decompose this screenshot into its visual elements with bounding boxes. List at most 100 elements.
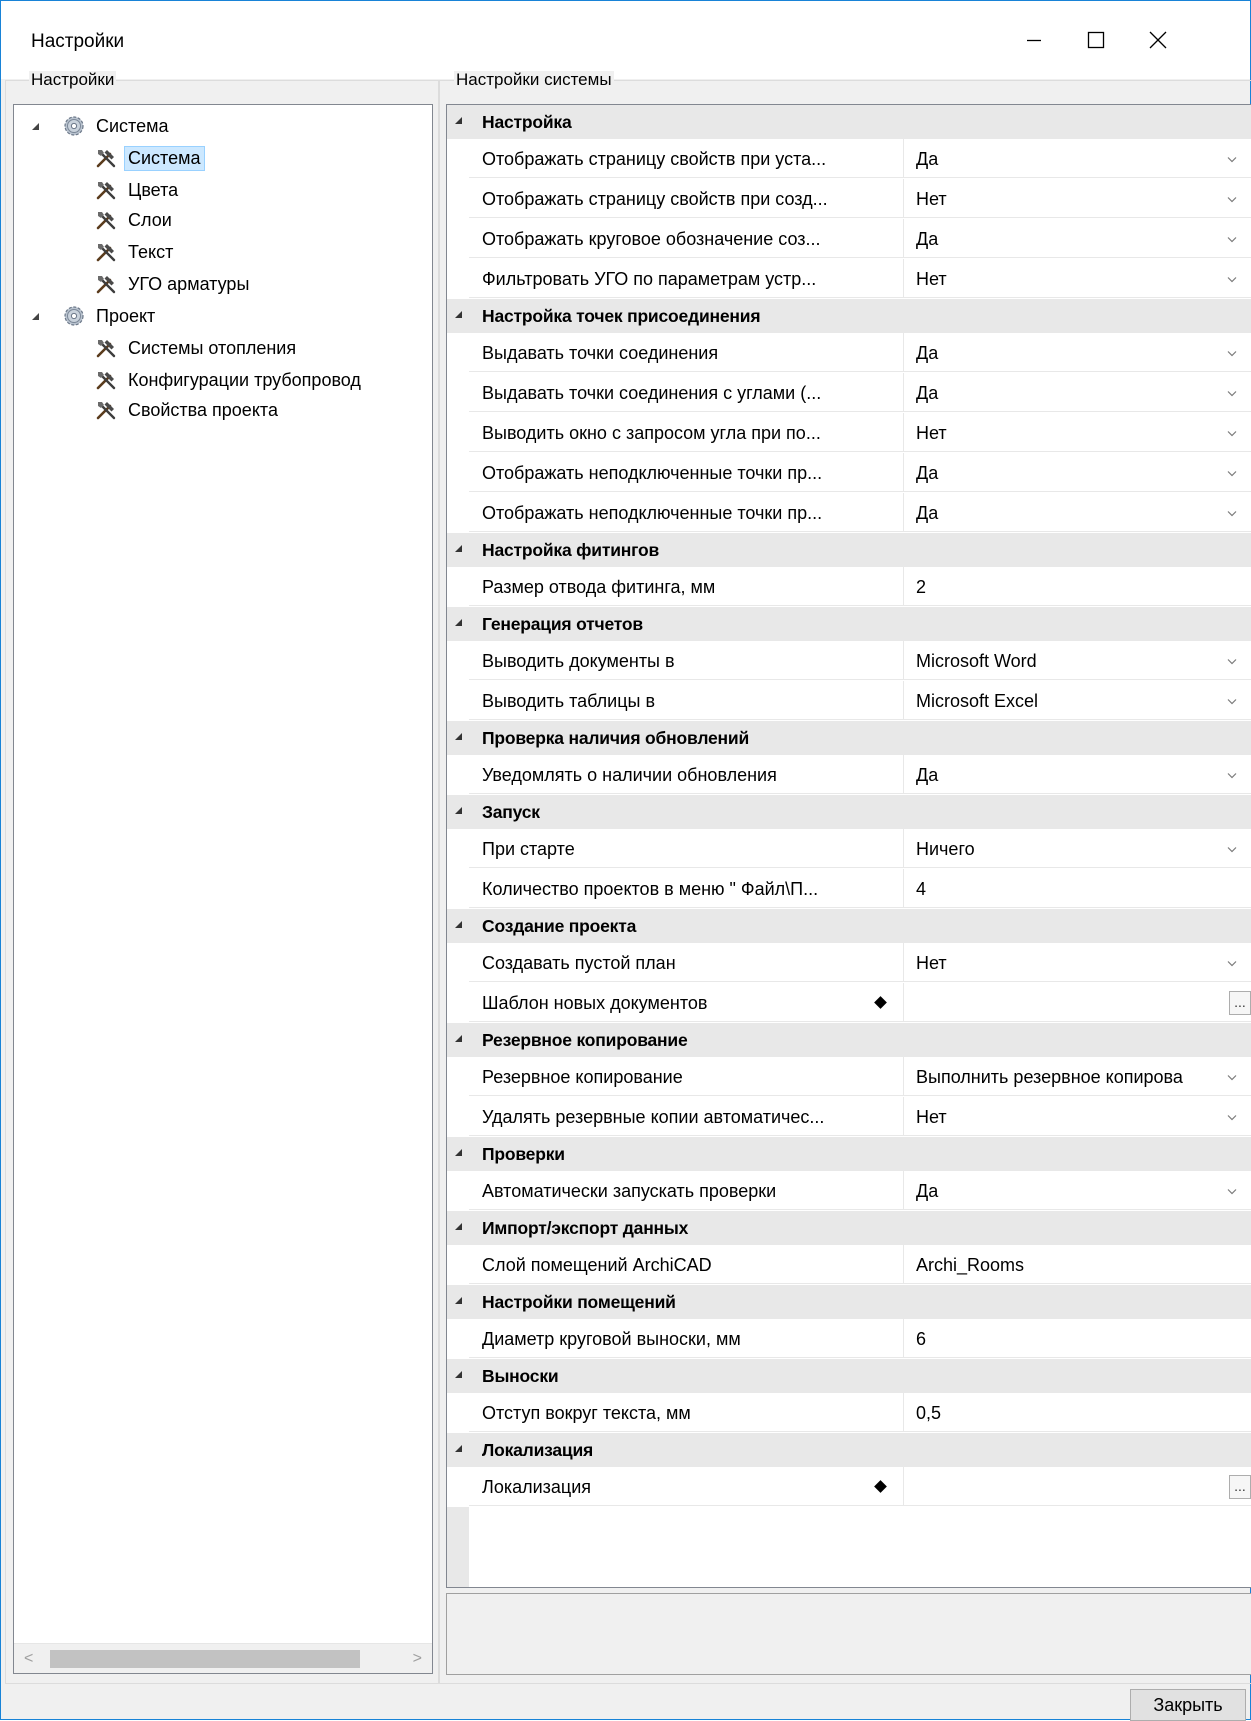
property-row[interactable]: Отображать круговое обозначение соз... Да <box>447 219 1251 259</box>
property-name-cell[interactable]: Количество проектов в меню " Файл\П... <box>469 869 904 908</box>
property-value-dropdown[interactable]: Выполнить резервное копирова <box>904 1057 1251 1096</box>
property-name-cell[interactable]: Выводить окно с запросом угла при по... <box>469 413 904 452</box>
collapse-arrow-icon[interactable] <box>455 1297 462 1304</box>
collapse-arrow-icon[interactable] <box>455 311 462 318</box>
chevron-down-icon[interactable] <box>1227 658 1237 665</box>
category-row[interactable]: Запуск <box>447 795 1251 829</box>
collapse-arrow-icon[interactable] <box>455 1371 462 1378</box>
property-row[interactable]: Размер отвода фитинга, мм 2 <box>447 567 1251 607</box>
scroll-left-icon[interactable]: < <box>24 1651 33 1667</box>
collapse-arrow-icon[interactable] <box>455 1223 462 1230</box>
tree-item-page[interactable]: Текст <box>94 237 177 267</box>
collapse-arrow-icon[interactable] <box>455 921 462 928</box>
property-name-cell[interactable]: Отображать неподключенные точки пр... <box>469 453 904 492</box>
property-name-cell[interactable]: Отображать круговое обозначение соз... <box>469 219 904 258</box>
collapse-arrow-icon[interactable] <box>455 1445 462 1452</box>
property-value-dropdown[interactable]: Да <box>904 755 1251 794</box>
tree-item-group[interactable]: Система <box>32 111 173 141</box>
property-grid[interactable]: Настройка Отображать страницу свойств при… <box>446 104 1251 1588</box>
category-row[interactable]: Локализация <box>447 1433 1251 1467</box>
property-row[interactable]: Слой помещений ArchiCAD Archi_Rooms <box>447 1245 1251 1285</box>
property-row[interactable]: Диаметр круговой выноски, мм 6 <box>447 1319 1251 1359</box>
property-value-field[interactable]: 2 <box>904 567 1251 606</box>
property-row[interactable]: Локализация... <box>447 1467 1251 1507</box>
scroll-right-icon[interactable]: > <box>413 1651 422 1667</box>
property-name-cell[interactable]: Шаблон новых документов <box>469 983 904 1022</box>
chevron-down-icon[interactable] <box>1227 276 1237 283</box>
property-name-cell[interactable]: Удалять резервные копии автоматичес... <box>469 1097 904 1136</box>
category-row[interactable]: Генерация отчетов <box>447 607 1251 641</box>
property-row[interactable]: Удалять резервные копии автоматичес... Не… <box>447 1097 1251 1137</box>
chevron-down-icon[interactable] <box>1227 470 1237 477</box>
chevron-down-icon[interactable] <box>1227 196 1237 203</box>
property-value-dropdown[interactable]: Нет <box>904 1097 1251 1136</box>
property-value-dropdown[interactable]: Нет <box>904 413 1251 452</box>
tree-item-page[interactable]: УГО арматуры <box>94 269 253 299</box>
property-row[interactable]: Отображать страницу свойств при уста... Д… <box>447 139 1251 179</box>
chevron-down-icon[interactable] <box>1227 846 1237 853</box>
property-name-cell[interactable]: Фильтровать УГО по параметрам устр... <box>469 259 904 298</box>
property-name-cell[interactable]: Отображать неподключенные точки пр... <box>469 493 904 532</box>
property-value-browse[interactable]: ... <box>904 1467 1251 1506</box>
property-value-dropdown[interactable]: Microsoft Excel <box>904 681 1251 720</box>
scrollbar-thumb[interactable] <box>50 1650 360 1668</box>
collapse-arrow-icon[interactable] <box>455 807 462 814</box>
collapse-arrow-icon[interactable] <box>455 619 462 626</box>
property-value-dropdown[interactable]: Да <box>904 139 1251 178</box>
tree-item-group[interactable]: Проект <box>32 301 159 331</box>
property-name-cell[interactable]: Выводить таблицы в <box>469 681 904 720</box>
collapse-arrow-icon[interactable] <box>455 545 462 552</box>
chevron-down-icon[interactable] <box>1227 772 1237 779</box>
property-value-dropdown[interactable]: Нет <box>904 259 1251 298</box>
property-value-dropdown[interactable]: Ничего <box>904 829 1251 868</box>
chevron-down-icon[interactable] <box>1227 510 1237 517</box>
property-row[interactable]: Уведомлять о наличии обновления Да <box>447 755 1251 795</box>
chevron-down-icon[interactable] <box>1227 1114 1237 1121</box>
property-row[interactable]: Выдавать точки соединения с углами (... Д… <box>447 373 1251 413</box>
category-row[interactable]: Выноски <box>447 1359 1251 1393</box>
property-name-cell[interactable]: Размер отвода фитинга, мм <box>469 567 904 606</box>
property-value-dropdown[interactable]: Нет <box>904 943 1251 982</box>
category-row[interactable]: Резервное копирование <box>447 1023 1251 1057</box>
chevron-down-icon[interactable] <box>1227 1188 1237 1195</box>
category-row[interactable]: Настройка <box>447 105 1251 139</box>
horizontal-scrollbar[interactable]: < > <box>14 1643 432 1673</box>
property-value-field[interactable]: 0,5 <box>904 1393 1251 1432</box>
property-row[interactable]: Выводить окно с запросом угла при по... Н… <box>447 413 1251 453</box>
category-row[interactable]: Импорт/экспорт данных <box>447 1211 1251 1245</box>
property-value-dropdown[interactable]: Да <box>904 493 1251 532</box>
category-row[interactable]: Проверка наличия обновлений <box>447 721 1251 755</box>
chevron-down-icon[interactable] <box>1227 156 1237 163</box>
property-row[interactable]: Отступ вокруг текста, мм 0,5 <box>447 1393 1251 1433</box>
category-row[interactable]: Проверки <box>447 1137 1251 1171</box>
property-value-dropdown[interactable]: Да <box>904 373 1251 412</box>
chevron-down-icon[interactable] <box>1227 960 1237 967</box>
property-name-cell[interactable]: Резервное копирование <box>469 1057 904 1096</box>
property-value-dropdown[interactable]: Да <box>904 1171 1251 1210</box>
property-row[interactable]: Шаблон новых документов... <box>447 983 1251 1023</box>
property-value-dropdown[interactable]: Да <box>904 453 1251 492</box>
property-row[interactable]: Выводить документы в Microsoft Word <box>447 641 1251 681</box>
collapse-arrow-icon[interactable] <box>455 117 462 124</box>
tree-item-page[interactable]: Система <box>94 143 205 173</box>
close-window-button[interactable] <box>1127 1 1189 79</box>
tree-item-page[interactable]: Цвета <box>94 175 182 205</box>
property-name-cell[interactable]: Диаметр круговой выноски, мм <box>469 1319 904 1358</box>
chevron-down-icon[interactable] <box>1227 350 1237 357</box>
property-row[interactable]: Выводить таблицы в Microsoft Excel <box>447 681 1251 721</box>
expand-arrow-icon[interactable] <box>32 123 39 130</box>
property-name-cell[interactable]: Выдавать точки соединения с углами (... <box>469 373 904 412</box>
property-name-cell[interactable]: Создавать пустой план <box>469 943 904 982</box>
property-name-cell[interactable]: Уведомлять о наличии обновления <box>469 755 904 794</box>
property-value-dropdown[interactable]: Да <box>904 333 1251 372</box>
property-value-field[interactable]: 4 <box>904 869 1251 908</box>
settings-tree[interactable]: Система Система Цвета Слои Текст УГО арматуры… <box>13 104 433 1674</box>
close-button[interactable]: Закрыть <box>1130 1689 1246 1721</box>
property-row[interactable]: При старте Ничего <box>447 829 1251 869</box>
property-row[interactable]: Отображать неподключенные точки пр... Да <box>447 453 1251 493</box>
category-row[interactable]: Настройка фитингов <box>447 533 1251 567</box>
chevron-down-icon[interactable] <box>1227 430 1237 437</box>
property-row[interactable]: Резервное копирование Выполнить резервное… <box>447 1057 1251 1097</box>
tree-item-page[interactable]: Слои <box>94 205 176 235</box>
collapse-arrow-icon[interactable] <box>455 733 462 740</box>
